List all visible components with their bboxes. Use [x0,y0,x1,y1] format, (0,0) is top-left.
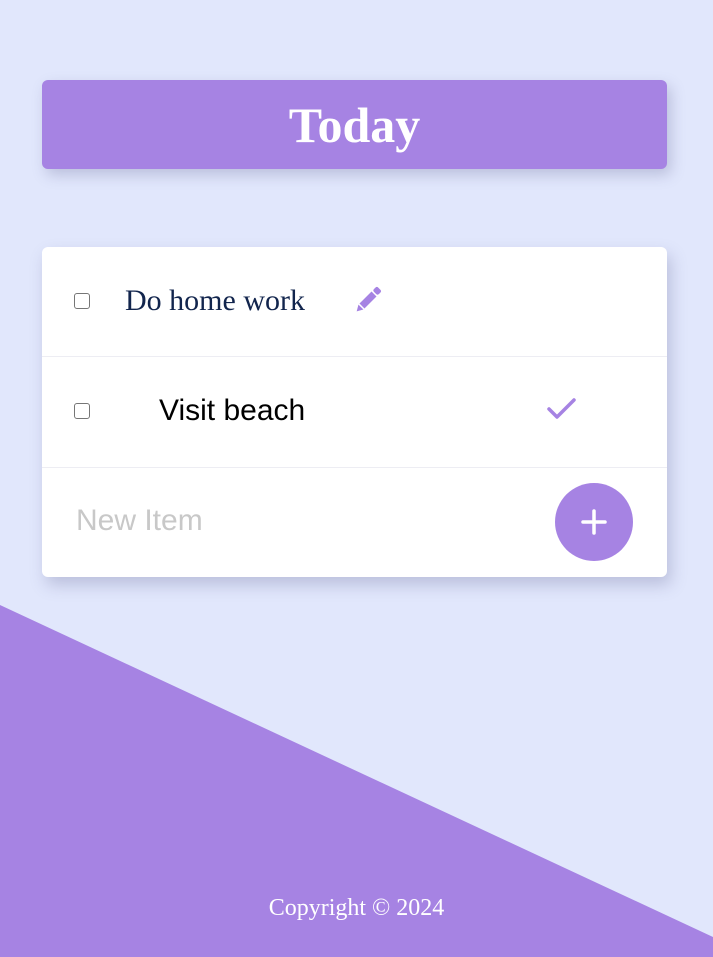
item-checkbox[interactable] [74,293,90,309]
todo-card: Visit beach [42,247,667,577]
pencil-icon[interactable] [351,283,385,317]
new-item-input[interactable] [76,501,516,541]
edit-item-input[interactable] [125,281,325,321]
page-title: Today [288,96,421,153]
add-item-button[interactable] [555,483,633,561]
copyright-footer: Copyright © 2024 [268,895,445,921]
check-icon[interactable] [545,393,577,425]
list-item [42,247,667,357]
item-label: Visit beach [159,394,306,427]
item-checkbox[interactable] [74,403,90,419]
plus-icon [581,509,607,535]
header-banner: Today [42,80,667,169]
